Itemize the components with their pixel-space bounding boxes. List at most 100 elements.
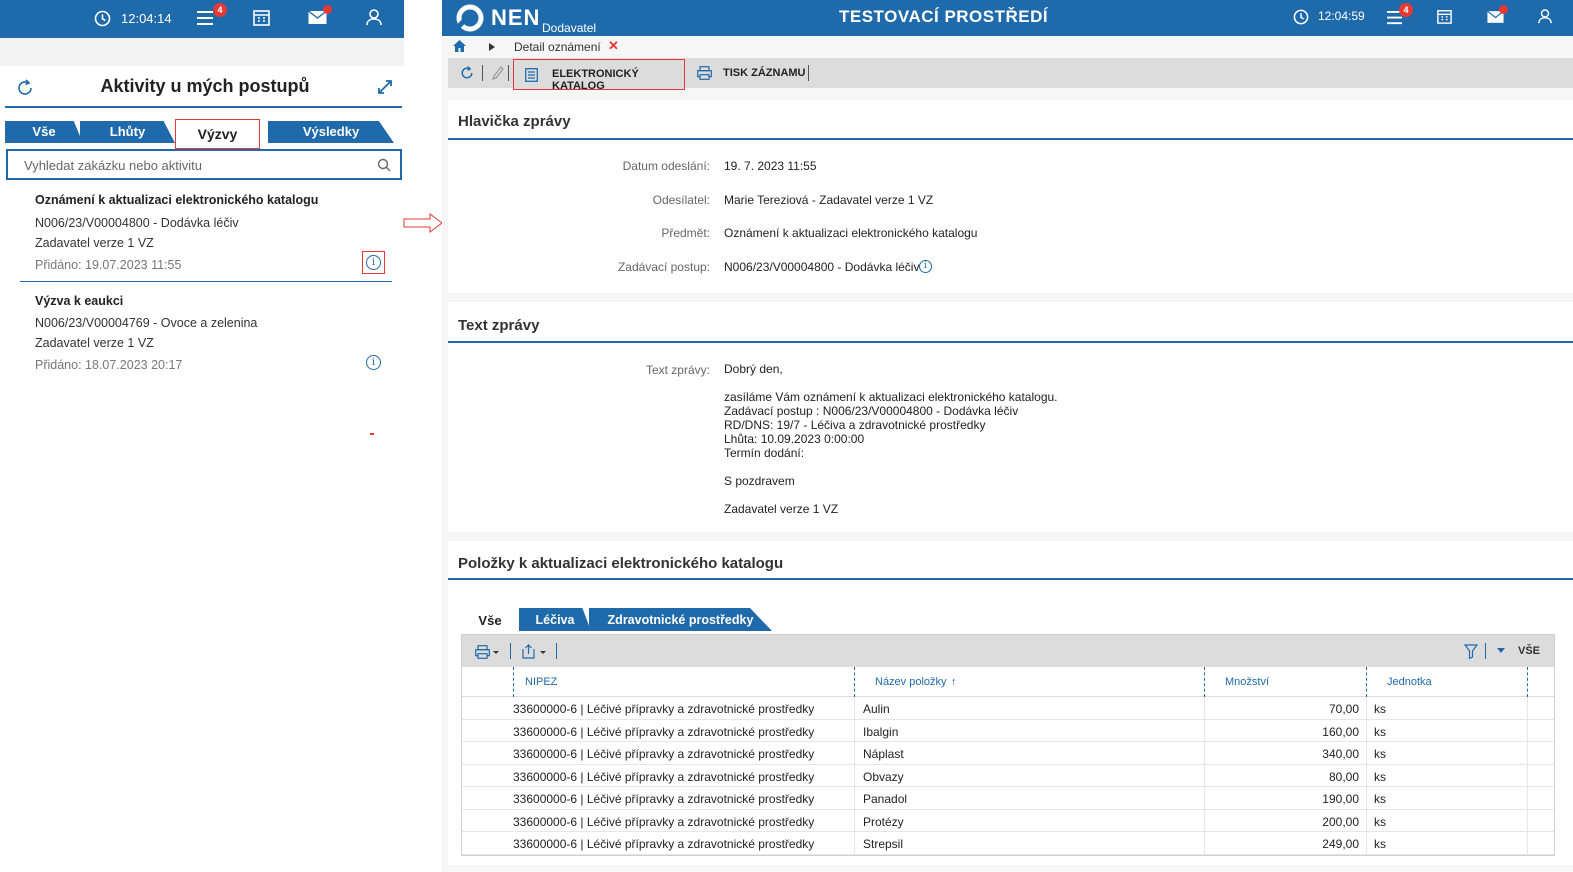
field-label: Text zprávy:	[645, 363, 710, 377]
notification-badge: 4	[213, 3, 227, 17]
activities-panel: 12:04:14 4 Aktivity u mých postupů Vše L…	[0, 0, 404, 380]
close-icon[interactable]: ✕	[608, 38, 619, 54]
grid-toolbar-separator	[510, 643, 511, 659]
filter-icon[interactable]	[1464, 644, 1478, 659]
environment-title: TESTOVACÍ PROSTŘEDÍ	[839, 7, 1049, 26]
toolbar: ELEKTRONICKÝ KATALOG TISK ZÁZNAMU	[448, 58, 1573, 92]
expand-icon[interactable]	[376, 78, 394, 96]
user-icon[interactable]	[1538, 9, 1552, 24]
cell-name: Strepsil	[863, 837, 904, 851]
tab-results[interactable]: Výsledky	[268, 121, 394, 143]
tab-items-medical-devices[interactable]: Zdravotnické prostředky	[589, 608, 772, 631]
subject-value: Oznámení k aktualizaci elektronického ka…	[724, 226, 978, 240]
calendar-icon[interactable]	[253, 9, 270, 26]
items-grid: VŠE NIPEZ Název položky ↑ Množství Jedno…	[461, 634, 1555, 856]
message-line: Dobrý den,	[724, 362, 783, 376]
cell-nipez: 33600000-6 | Léčivé přípravky a zdravotn…	[513, 724, 815, 739]
cell-quantity: 190,00	[1322, 792, 1359, 806]
info-icon[interactable]: i	[366, 255, 381, 270]
chevron-down-icon[interactable]	[1497, 648, 1505, 654]
table-row[interactable]: 33600000-6 | Léčivé přípravky a zdravotn…	[462, 765, 1554, 787]
user-icon[interactable]	[366, 9, 382, 26]
tab-items-drugs[interactable]: Léčiva	[519, 608, 591, 631]
activity-item-date: Přidáno: 19.07.2023 11:55	[35, 258, 182, 272]
section-title: Hlavička zprávy	[458, 113, 571, 130]
chevron-right-icon	[489, 43, 495, 51]
activity-item-date: Přidáno: 18.07.2023 20:17	[35, 358, 183, 372]
column-header-name[interactable]: Název položky	[875, 676, 947, 688]
activity-divider	[20, 281, 392, 282]
message-line	[724, 488, 1058, 502]
info-icon[interactable]: i	[919, 260, 932, 273]
mail-unread-dot	[1499, 5, 1508, 14]
column-line	[1527, 697, 1528, 855]
grid-header: NIPEZ Název položky ↑ Množství Jednotka	[462, 667, 1554, 697]
cell-quantity: 249,00	[1322, 837, 1359, 851]
tab-items-all[interactable]: Vše	[464, 606, 516, 635]
cell-name: Náplast	[863, 747, 904, 761]
cell-quantity: 160,00	[1322, 724, 1359, 739]
catalog-icon	[525, 68, 538, 82]
message-line: Lhůta: 10.09.2023 0:00:00	[724, 432, 865, 446]
table-row[interactable]: 33600000-6 | Léčivé přípravky a zdravotn…	[462, 832, 1554, 855]
cell-name: Panadol	[863, 792, 908, 806]
arrow-right-icon	[403, 213, 443, 233]
search-icon[interactable]	[377, 158, 391, 172]
breadcrumb: Detail oznámení ✕	[442, 36, 1573, 58]
column-header-unit[interactable]: Jednotka	[1387, 676, 1432, 688]
app-header: NEN Dodavatel TESTOVACÍ PROSTŘEDÍ 12:04:…	[442, 0, 1573, 36]
column-separator	[1204, 667, 1205, 697]
pencil-icon	[492, 66, 504, 80]
left-clock-time: 12:04:14	[121, 11, 172, 26]
activity-item-procedure: N006/23/V00004800 - Dodávka léčiv	[35, 216, 239, 230]
message-header-card: Hlavička zprávy Datum odeslání: 19. 7. 2…	[448, 100, 1573, 293]
cell-quantity: 340,00	[1322, 747, 1359, 761]
filter-label[interactable]: VŠE	[1518, 645, 1540, 657]
search-placeholder: Vyhledat zakázku nebo aktivitu	[24, 158, 203, 173]
activity-item-title[interactable]: Výzva k eaukci	[35, 294, 123, 308]
table-row[interactable]: 33600000-6 | Léčivé přípravky a zdravotn…	[462, 742, 1554, 765]
refresh-icon[interactable]	[459, 65, 475, 81]
table-row[interactable]: 33600000-6 | Léčivé přípravky a zdravotn…	[462, 720, 1554, 742]
menu-list-icon[interactable]	[197, 10, 215, 26]
message-line	[724, 376, 1058, 390]
message-line: zasíláme Vám oznámení k aktualizaci elek…	[724, 390, 1058, 404]
nen-logo-icon	[455, 3, 485, 33]
tab-all[interactable]: Vše	[5, 121, 83, 143]
activity-item-procedure: N006/23/V00004769 - Ovoce a zelenina	[35, 316, 258, 330]
table-row[interactable]: 33600000-6 | Léčivé přípravky a zdravotn…	[462, 787, 1554, 810]
message-line	[724, 460, 1058, 474]
cell-unit: ks	[1374, 837, 1386, 851]
electronic-catalog-button[interactable]: ELEKTRONICKÝ KATALOG	[513, 59, 685, 92]
calendar-icon[interactable]	[1437, 9, 1452, 24]
search-input[interactable]: Vyhledat zakázku nebo aktivitu	[6, 149, 402, 180]
activity-item-authority: Zadavatel verze 1 VZ	[35, 336, 154, 350]
breadcrumb-current[interactable]: Detail oznámení	[514, 40, 601, 54]
procedure-value[interactable]: N006/23/V00004800 - Dodávka léčiv	[724, 260, 919, 274]
info-icon[interactable]: i	[366, 355, 381, 370]
cell-nipez: 33600000-6 | Léčivé přípravky a zdravotn…	[513, 814, 815, 829]
left-top-bar: 12:04:14 4	[0, 0, 404, 38]
red-mark	[370, 433, 374, 435]
message-line: Zadavatel verze 1 VZ	[724, 502, 839, 516]
panel-title: Aktivity u mých postupů	[100, 76, 310, 96]
table-row[interactable]: 33600000-6 | Léčivé přípravky a zdravotn…	[462, 810, 1554, 832]
cell-unit: ks	[1374, 747, 1386, 761]
field-label: Zadávací postup:	[617, 260, 710, 274]
cell-quantity: 70,00	[1328, 702, 1359, 716]
field-label: Datum odeslání:	[622, 159, 710, 173]
tab-calls[interactable]: Výzvy	[175, 119, 260, 149]
column-header-quantity[interactable]: Množství	[1225, 676, 1269, 688]
message-body: Dobrý den, zasíláme Vám oznámení k aktua…	[724, 362, 1058, 516]
print-dropdown-icon[interactable]	[475, 645, 503, 659]
column-separator	[1527, 667, 1528, 697]
export-dropdown-icon[interactable]	[522, 644, 550, 659]
section-divider	[448, 138, 1573, 140]
home-icon[interactable]	[453, 40, 466, 52]
activity-item-title[interactable]: Oznámení k aktualizaci elektronického ka…	[35, 193, 318, 207]
table-row[interactable]: 33600000-6 | Léčivé přípravky a zdravotn…	[462, 697, 1554, 720]
tab-deadlines[interactable]: Lhůty	[80, 121, 175, 143]
toolbar-separator	[508, 65, 509, 81]
cell-nipez: 33600000-6 | Léčivé přípravky a zdravotn…	[513, 769, 815, 784]
column-header-nipez[interactable]: NIPEZ	[525, 676, 557, 688]
